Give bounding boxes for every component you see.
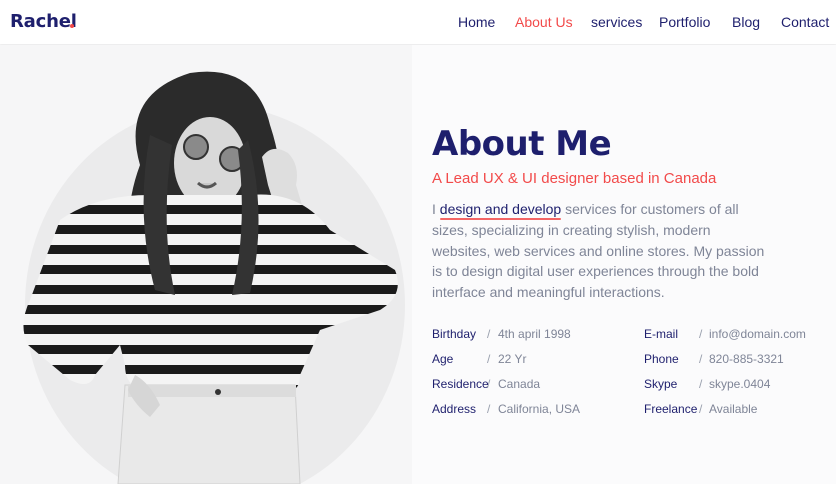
- info-label: Freelance: [644, 402, 698, 416]
- info-separator: /: [699, 352, 703, 366]
- intro-prefix: I: [432, 201, 436, 217]
- page-subtitle: A Lead UX & UI designer based in Canada: [432, 170, 717, 187]
- info-label: Age: [432, 352, 454, 366]
- nav-home[interactable]: Home: [458, 14, 495, 30]
- info-value: skype.0404: [709, 377, 771, 391]
- info-separator: /: [699, 327, 703, 341]
- info-value: 820-885-3321: [709, 352, 784, 366]
- intro-highlight: design and develop: [439, 201, 562, 217]
- mouth: [197, 181, 217, 189]
- info-label: Residence: [432, 377, 489, 391]
- info-value: Canada: [498, 377, 541, 391]
- nav-about-us[interactable]: About Us: [515, 14, 573, 30]
- info-value: Available: [709, 402, 758, 416]
- info-separator: /: [699, 377, 703, 391]
- sunglasses-left: [183, 134, 209, 160]
- nav-services[interactable]: services: [591, 14, 642, 30]
- info-value: California, USA: [498, 402, 581, 416]
- info-separator: /: [487, 402, 491, 416]
- info-label: Skype: [644, 377, 678, 391]
- main-nav: Home About Us services Portfolio Blog Co…: [0, 14, 836, 34]
- nav-contact[interactable]: Contact: [781, 14, 829, 30]
- info-label: Birthday: [432, 327, 477, 341]
- info-separator: /: [487, 327, 491, 341]
- info-separator: /: [487, 352, 491, 366]
- page-title: About Me: [432, 124, 612, 164]
- info-separator: /: [699, 402, 703, 416]
- info-value[interactable]: info@domain.com: [709, 327, 806, 341]
- info-label: E-mail: [644, 327, 679, 341]
- nav-portfolio[interactable]: Portfolio: [659, 14, 710, 30]
- info-value: 22 Yr: [498, 352, 527, 366]
- info-separator: /: [487, 377, 491, 391]
- jeans-button: [215, 389, 221, 395]
- nav-blog[interactable]: Blog: [732, 14, 760, 30]
- info-value: 4th april 1998: [498, 327, 571, 341]
- top-navbar: Rachel Home About Us services Portfolio …: [0, 0, 836, 44]
- portrait-photo: [23, 71, 405, 484]
- info-label: Phone: [644, 352, 679, 366]
- info-label: Address: [432, 402, 477, 416]
- about-intro: I design and develop services for custom…: [432, 199, 772, 303]
